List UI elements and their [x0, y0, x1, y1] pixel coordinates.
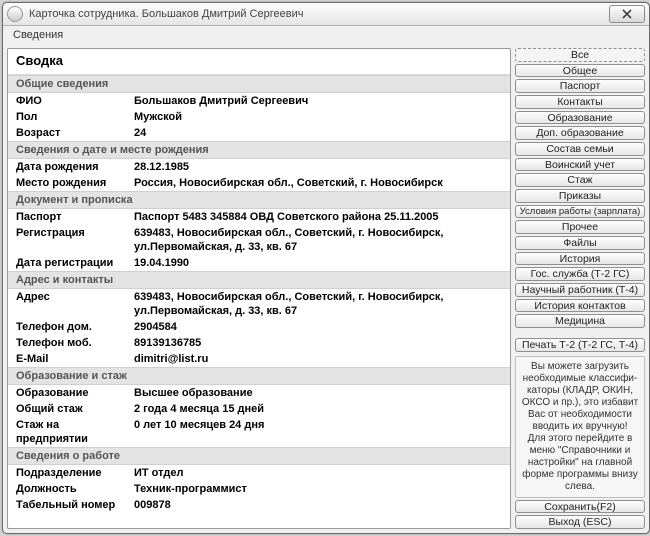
value: 89139136785	[134, 336, 510, 350]
row-regdate: Дата регистрации19.04.1990	[8, 255, 510, 271]
menu-item-svedeniya[interactable]: Сведения	[9, 27, 67, 43]
section-contacts: Адрес и контакты	[8, 271, 510, 289]
row-fio: ФИОБольшаков Дмитрий Сергеевич	[8, 93, 510, 109]
row-company-exp: Стаж на предприятии0 лет 10 месяцев 24 д…	[8, 417, 510, 447]
row-education: ОбразованиеВысшее образование	[8, 385, 510, 401]
employee-card-window: Карточка сотрудника. Большаков Дмитрий С…	[2, 2, 650, 534]
label: Телефон моб.	[8, 336, 134, 350]
titlebar: Карточка сотрудника. Большаков Дмитрий С…	[3, 3, 649, 26]
value: ИТ отдел	[134, 466, 510, 480]
row-position: ДолжностьТехник-программист	[8, 481, 510, 497]
row-email: E-Maildimitri@list.ru	[8, 351, 510, 367]
close-button[interactable]	[609, 5, 645, 23]
label: Должность	[8, 482, 134, 496]
nav-gov-service[interactable]: Гос. служба (Т-2 ГС)	[515, 267, 645, 281]
nav-history[interactable]: История	[515, 252, 645, 266]
content-area: Сводка Общие сведения ФИОБольшаков Дмитр…	[3, 44, 649, 533]
nav-family[interactable]: Состав семьи	[515, 142, 645, 156]
label: Дата регистрации	[8, 256, 134, 270]
row-phone-home: Телефон дом.2904584	[8, 319, 510, 335]
window-title: Карточка сотрудника. Большаков Дмитрий С…	[29, 8, 603, 20]
value: 639483, Новосибирская обл., Советский, г…	[134, 226, 510, 254]
nav-contact-history[interactable]: История контактов	[515, 299, 645, 313]
nav-extra-education[interactable]: Доп. образование	[515, 126, 645, 140]
close-icon	[622, 9, 632, 19]
section-work: Сведения о работе	[8, 447, 510, 465]
nav-medicine[interactable]: Медицина	[515, 314, 645, 328]
row-birthdate: Дата рождения28.12.1985	[8, 159, 510, 175]
value: 0 лет 10 месяцев 24 дня	[134, 418, 510, 446]
label: Стаж на предприятии	[8, 418, 134, 446]
section-general: Общие сведения	[8, 75, 510, 93]
nav-work-conditions[interactable]: Условия работы (зарплата)	[515, 205, 645, 219]
label: ФИО	[8, 94, 134, 108]
nav-passport[interactable]: Паспорт	[515, 79, 645, 93]
row-address: Адрес639483, Новосибирская обл., Советск…	[8, 289, 510, 319]
row-total-exp: Общий стаж2 года 4 месяца 15 дней	[8, 401, 510, 417]
label: E-Mail	[8, 352, 134, 366]
hint-text: Вы можете загрузить необходимые классифи…	[515, 356, 645, 498]
value: Паспорт 5483 345884 ОВД Советского район…	[134, 210, 510, 224]
print-button[interactable]: Печать Т-2 (Т-2 ГС, Т-4)	[515, 338, 645, 352]
summary-body: Общие сведения ФИОБольшаков Дмитрий Серг…	[8, 74, 510, 528]
label: Общий стаж	[8, 402, 134, 416]
value: 639483, Новосибирская обл., Советский, г…	[134, 290, 510, 318]
row-phone-mob: Телефон моб.89139136785	[8, 335, 510, 351]
value: dimitri@list.ru	[134, 352, 510, 366]
sidebar: Все Общее Паспорт Контакты Образование Д…	[515, 48, 645, 529]
label: Адрес	[8, 290, 134, 318]
section-education: Образование и стаж	[8, 367, 510, 385]
value: 24	[134, 126, 510, 140]
value: 28.12.1985	[134, 160, 510, 174]
label: Регистрация	[8, 226, 134, 254]
nav-general[interactable]: Общее	[515, 64, 645, 78]
value: Мужской	[134, 110, 510, 124]
section-birth: Сведения о дате и месте рождения	[8, 141, 510, 159]
value: Техник-программист	[134, 482, 510, 496]
value: Высшее образование	[134, 386, 510, 400]
summary-title: Сводка	[8, 49, 510, 74]
label: Пол	[8, 110, 134, 124]
section-documents: Документ и прописка	[8, 191, 510, 209]
app-icon	[7, 6, 23, 22]
row-gender: ПолМужской	[8, 109, 510, 125]
row-age: Возраст24	[8, 125, 510, 141]
nav-scientist[interactable]: Научный работник (Т-4)	[515, 283, 645, 297]
label: Дата рождения	[8, 160, 134, 174]
nav-files[interactable]: Файлы	[515, 236, 645, 250]
label: Телефон дом.	[8, 320, 134, 334]
nav-other[interactable]: Прочее	[515, 220, 645, 234]
label: Возраст	[8, 126, 134, 140]
label: Паспорт	[8, 210, 134, 224]
label: Подразделение	[8, 466, 134, 480]
nav-experience[interactable]: Стаж	[515, 173, 645, 187]
nav-contacts[interactable]: Контакты	[515, 95, 645, 109]
nav-all[interactable]: Все	[515, 48, 645, 62]
nav-military[interactable]: Воинский учет	[515, 158, 645, 172]
value: 2904584	[134, 320, 510, 334]
label: Образование	[8, 386, 134, 400]
row-passport: ПаспортПаспорт 5483 345884 ОВД Советског…	[8, 209, 510, 225]
row-birthplace: Место рожденияРоссия, Новосибирская обл.…	[8, 175, 510, 191]
value: Россия, Новосибирская обл., Советский, г…	[134, 176, 510, 190]
nav-education[interactable]: Образование	[515, 111, 645, 125]
row-tabnum: Табельный номер009878	[8, 497, 510, 513]
value: 19.04.1990	[134, 256, 510, 270]
row-registration: Регистрация639483, Новосибирская обл., С…	[8, 225, 510, 255]
value: 009878	[134, 498, 510, 512]
value: Большаков Дмитрий Сергеевич	[134, 94, 510, 108]
exit-button[interactable]: Выход (ESC)	[515, 515, 645, 529]
row-department: ПодразделениеИТ отдел	[8, 465, 510, 481]
value: 2 года 4 месяца 15 дней	[134, 402, 510, 416]
label: Место рождения	[8, 176, 134, 190]
menubar: Сведения	[3, 26, 649, 44]
nav-orders[interactable]: Приказы	[515, 189, 645, 203]
summary-panel: Сводка Общие сведения ФИОБольшаков Дмитр…	[7, 48, 511, 529]
save-button[interactable]: Сохранить(F2)	[515, 500, 645, 514]
label: Табельный номер	[8, 498, 134, 512]
